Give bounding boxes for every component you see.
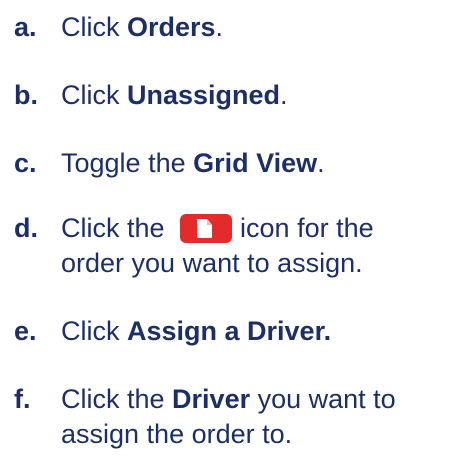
step-c: c. Toggle the Grid View. xyxy=(14,146,461,181)
step-b: b. Click Unassigned. xyxy=(14,78,461,113)
step-letter: a. xyxy=(14,12,37,42)
step-text: Click the Driver you want to assign the o… xyxy=(61,382,461,452)
step-letter: d. xyxy=(14,213,38,243)
document-icon xyxy=(180,214,233,243)
step-text-plain: . xyxy=(280,80,288,110)
step-letter: c. xyxy=(14,148,37,178)
step-a: a. Click Orders. xyxy=(14,10,461,45)
step-letter: f. xyxy=(14,384,31,414)
step-text-plain: Click the xyxy=(61,384,173,414)
step-text-plain: icon for the xyxy=(240,213,374,243)
step-text-bold: Unassigned xyxy=(127,80,281,110)
step-text: Toggle the Grid View. xyxy=(61,146,461,181)
step-text-plain: Toggle the xyxy=(61,148,194,178)
step-text-plain: Click the xyxy=(61,213,173,243)
step-text-plain: Click xyxy=(61,12,127,42)
step-text-plain: . xyxy=(215,12,224,42)
step-text: Click Orders. xyxy=(61,10,461,45)
step-e: e. Click Assign a Driver. xyxy=(14,314,461,349)
step-text-plain: order you want to assign. xyxy=(61,248,363,278)
step-text-plain: you want to xyxy=(250,384,396,414)
step-text-plain: Click xyxy=(61,316,127,346)
step-text: Click the icon for the order you want to … xyxy=(61,211,461,281)
step-text-plain: assign the order to. xyxy=(61,419,293,449)
step-text: Click Assign a Driver. xyxy=(61,314,461,349)
step-letter: e. xyxy=(14,316,37,346)
step-text-bold: Orders xyxy=(127,12,216,42)
step-text-plain: Click xyxy=(61,80,127,110)
step-d: d. Click the icon for the order you want … xyxy=(14,211,461,281)
step-text: Click Unassigned. xyxy=(61,78,461,113)
step-text-plain: . xyxy=(317,148,325,178)
step-text-bold: Driver xyxy=(172,384,251,414)
step-letter: b. xyxy=(14,80,38,110)
step-f: f. Click the Driver you want to assign th… xyxy=(14,382,461,452)
step-text-bold: Assign a Driver. xyxy=(127,316,332,346)
step-text-bold: Grid View xyxy=(193,148,318,178)
